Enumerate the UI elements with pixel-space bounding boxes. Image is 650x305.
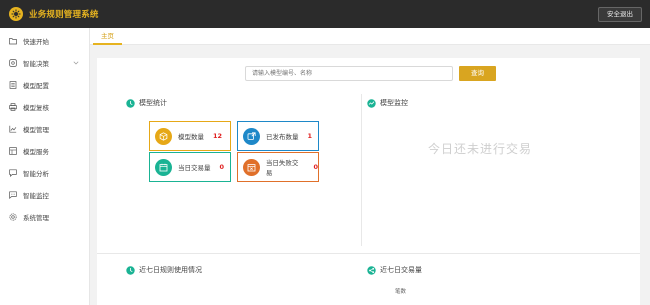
stat-value: 0 (313, 163, 318, 171)
stat-value: 1 (307, 132, 313, 140)
sidebar-item-label: 智能分析 (23, 170, 49, 178)
printer-icon (9, 103, 17, 111)
clock-icon (126, 98, 135, 108)
search-button[interactable]: 查询 (459, 66, 496, 81)
sidebar-item-label: 智能监控 (23, 192, 49, 200)
stat-card-model-count[interactable]: 模型数量 12 (149, 121, 231, 151)
alert-icon (243, 158, 260, 176)
gear-icon (9, 213, 17, 221)
chevron-down-icon (73, 61, 79, 65)
empty-state-message: 今日还未进行交易 (428, 142, 533, 156)
message-icon (9, 191, 17, 199)
sidebar-item-model-manage[interactable]: 模型管理 (0, 118, 89, 140)
stat-card-daily-failed[interactable]: 当日失败交易 0 (237, 152, 319, 182)
search-input[interactable] (245, 66, 453, 81)
calendar-icon (155, 158, 172, 176)
sidebar-item-model-review[interactable]: 模型复核 (0, 96, 89, 118)
panel-divider-horizontal (97, 253, 640, 254)
grid-icon (9, 147, 17, 155)
clock-icon (126, 265, 135, 275)
share-icon (367, 265, 376, 275)
sidebar-item-label: 模型服务 (23, 148, 49, 156)
sidebar-item-smart-monitor[interactable]: 智能监控 (0, 184, 89, 206)
main-content: 查询 模型统计 模型数量 12 已发布数量 1 当日交易量 0 当日失败交易 0… (97, 58, 640, 305)
top-bar: 业务规则管理系统 安全退出 (0, 0, 650, 28)
sidebar-item-label: 模型配置 (23, 82, 49, 90)
sidebar-item-label: 智能决策 (23, 60, 49, 68)
chart-axis-unit: 笔数 (395, 289, 407, 295)
sidebar-item-smart-decision[interactable]: 智能决策 (0, 52, 89, 74)
panel-divider-vertical (361, 94, 362, 246)
stat-value: 0 (219, 163, 225, 171)
stat-label: 模型数量 (178, 133, 204, 141)
model-monitor-title: 模型监控 (367, 98, 408, 108)
logout-button[interactable]: 安全退出 (598, 7, 642, 22)
sidebar-item-label: 模型复核 (23, 104, 49, 112)
tab-bar: 主页 (90, 28, 650, 45)
settings-icon (9, 59, 17, 67)
tab-home[interactable]: 主页 (93, 28, 122, 45)
sidebar-item-model-config[interactable]: 模型配置 (0, 74, 89, 96)
sidebar-item-model-service[interactable]: 模型服务 (0, 140, 89, 162)
folder-icon (9, 37, 17, 45)
chat-icon (9, 169, 17, 177)
stat-card-published-count[interactable]: 已发布数量 1 (237, 121, 319, 151)
model-stats-title: 模型统计 (126, 98, 167, 108)
sidebar: 快速开始 智能决策 模型配置 模型复核 模型管理 模型服务 智能分析 智能监控 … (0, 28, 90, 305)
sidebar-item-quick-start[interactable]: 快速开始 (0, 30, 89, 52)
stat-card-daily-volume[interactable]: 当日交易量 0 (149, 152, 231, 182)
sidebar-item-label: 系统管理 (23, 214, 49, 222)
chart-icon (9, 125, 17, 133)
sidebar-item-label: 模型管理 (23, 126, 49, 134)
stat-label: 已发布数量 (266, 133, 299, 141)
stat-label: 当日交易量 (178, 164, 211, 172)
trade-volume-title: 近七日交易量 (367, 265, 422, 275)
publish-icon (243, 127, 260, 145)
logo-icon (9, 7, 23, 21)
stat-value: 12 (213, 132, 223, 140)
list-icon (9, 81, 17, 89)
sidebar-item-label: 快速开始 (23, 38, 49, 46)
cube-icon (155, 127, 172, 145)
monitor-icon (367, 98, 376, 108)
sidebar-item-system-manage[interactable]: 系统管理 (0, 206, 89, 228)
rule-usage-title: 近七日规则使用情况 (126, 265, 202, 275)
sidebar-item-smart-analysis[interactable]: 智能分析 (0, 162, 89, 184)
app-title: 业务规则管理系统 (29, 10, 99, 20)
stat-label: 当日失败交易 (265, 159, 299, 177)
